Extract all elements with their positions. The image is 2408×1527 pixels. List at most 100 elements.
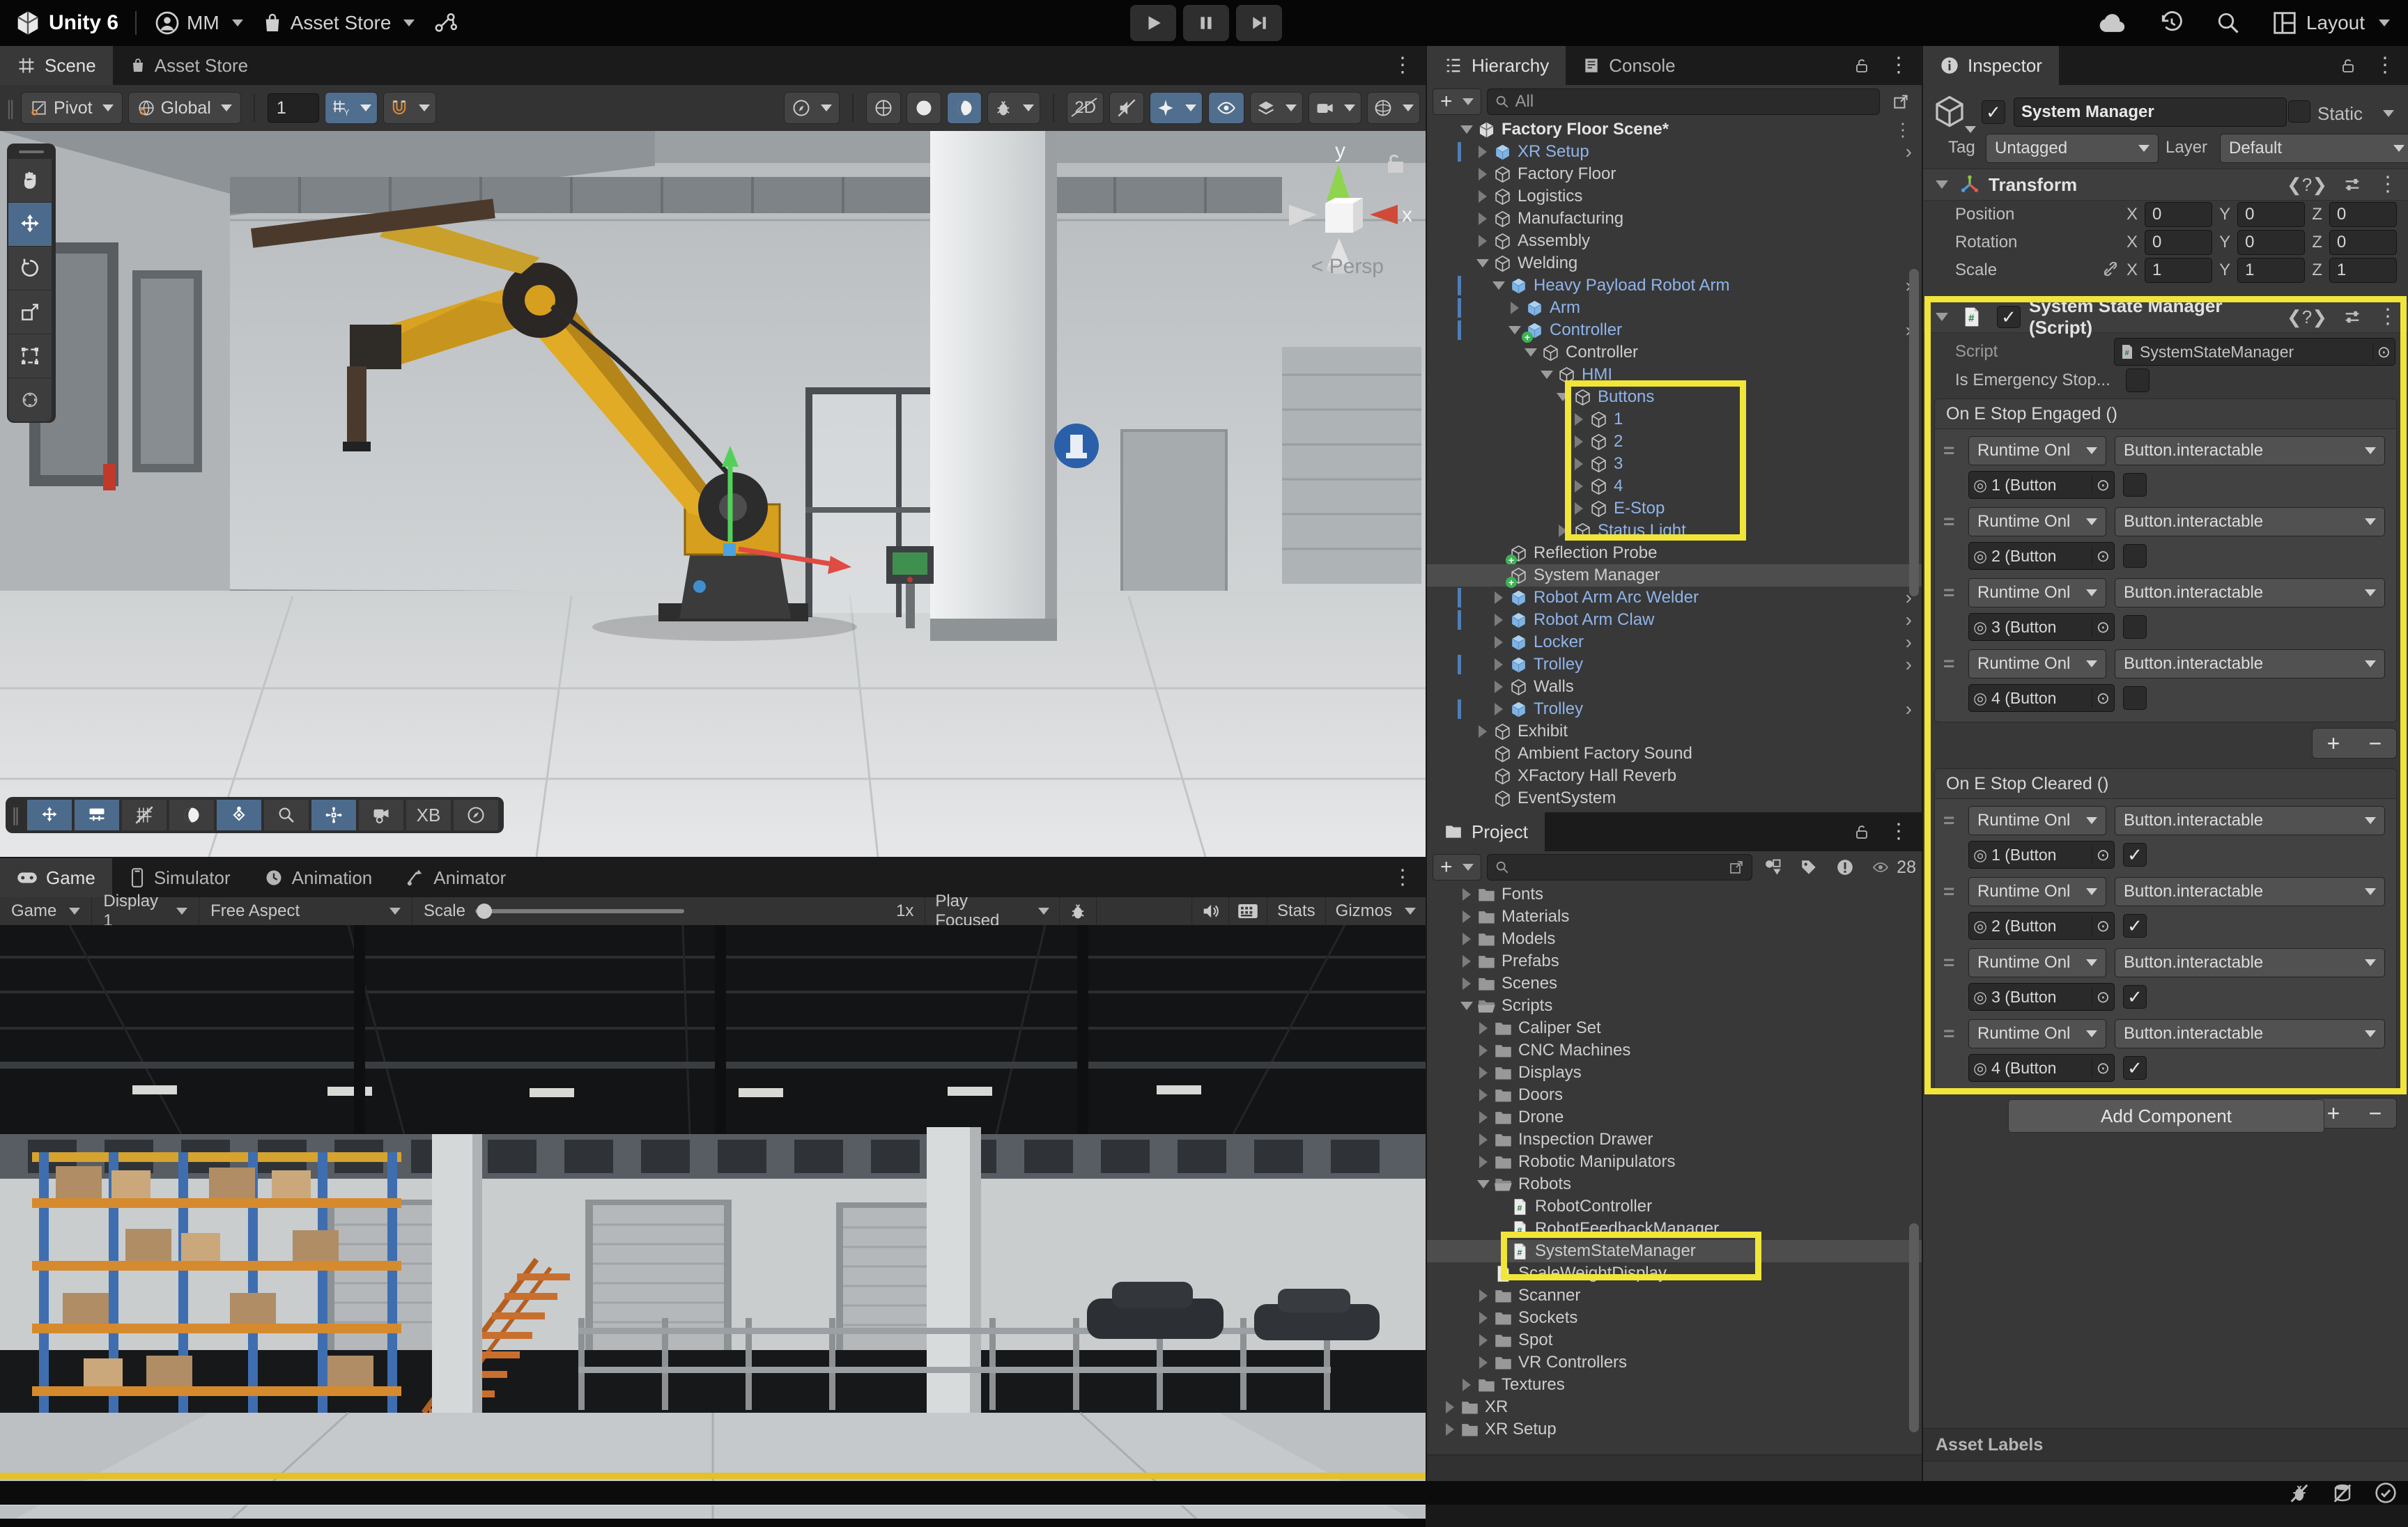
project-item-scripts[interactable]: Scripts — [1427, 995, 1922, 1017]
event-target-field[interactable]: ◎ 2 (Button ⊙ — [1968, 542, 2115, 570]
event-bool-checkbox[interactable]: ✓ — [2123, 843, 2147, 867]
remove-event-button[interactable]: − — [2354, 729, 2396, 758]
global-dropdown[interactable]: Global — [128, 92, 241, 124]
transform-presets-icon[interactable] — [2343, 175, 2362, 194]
rect-tool[interactable] — [8, 334, 52, 378]
project-scrollbar[interactable] — [1909, 1223, 1919, 1432]
expand-arrow[interactable] — [1441, 1423, 1459, 1436]
pivot-dropdown[interactable]: Pivot — [21, 92, 123, 124]
alert-filter-button[interactable] — [1830, 855, 1860, 880]
display-dropdown[interactable]: Display 1 — [92, 892, 200, 930]
hidden-count[interactable]: 28 — [1870, 858, 1916, 878]
tab-scene[interactable]: Scene — [0, 46, 113, 85]
expand-arrow[interactable] — [1506, 326, 1524, 334]
transform-position-y-field[interactable]: 0 — [2237, 202, 2306, 227]
object-picker-icon[interactable]: ⊙ — [2091, 688, 2110, 708]
tab-animator[interactable]: Animator — [389, 858, 523, 897]
script-menu-dots[interactable]: ⋮ — [2377, 307, 2398, 327]
transform-header[interactable]: Transform ❮?❯ ⋮ — [1923, 169, 2408, 201]
event-function-dropdown[interactable]: Button.interactable — [2115, 877, 2385, 906]
script-picker-icon[interactable]: ⊙ — [2372, 342, 2391, 362]
object-picker-icon[interactable]: ⊙ — [2091, 546, 2110, 566]
hierarchy-item-assembly[interactable]: Assembly — [1427, 230, 1922, 252]
project-item-scaleweightdisplay[interactable]: # ScaleWeightDisplay — [1427, 1262, 1922, 1285]
expand-arrow[interactable] — [1490, 636, 1508, 649]
project-item-fonts[interactable]: Fonts — [1427, 883, 1922, 906]
transform-tool[interactable] — [8, 378, 52, 421]
scene-camera-settings-button[interactable] — [866, 92, 902, 124]
overlay-properties-button[interactable] — [75, 800, 119, 830]
tab-inspector[interactable]: Inspector — [1923, 46, 2059, 85]
expand-arrow[interactable] — [1522, 348, 1540, 357]
event-mode-dropdown[interactable]: Runtime Onl — [1968, 1019, 2106, 1048]
asset-store-menu[interactable]: Asset Store — [261, 11, 415, 35]
overlay-grid-button[interactable] — [122, 800, 167, 830]
hierarchy-item-heavy-payload-robot-arm[interactable]: Heavy Payload Robot Arm› — [1427, 274, 1922, 297]
tab-console[interactable]: Console — [1566, 46, 1692, 85]
expand-arrow[interactable] — [1490, 681, 1508, 693]
project-item-spot[interactable]: Spot — [1427, 1329, 1922, 1351]
hierarchy-item-ambient-factory-sound[interactable]: Ambient Factory Sound — [1427, 743, 1922, 765]
event-bool-checkbox[interactable] — [2123, 544, 2147, 568]
object-picker-icon[interactable]: ⊙ — [2091, 845, 2110, 865]
expand-arrow[interactable] — [1474, 1289, 1492, 1302]
overlay-search-button[interactable] — [264, 800, 309, 830]
cloud-icon[interactable] — [2097, 11, 2128, 35]
scene-options-dots[interactable]: ⋮ — [1894, 119, 1912, 141]
scene-menu-dots[interactable]: ⋮ — [1392, 55, 1413, 76]
hierarchy-item-2[interactable]: 2 — [1427, 431, 1922, 453]
project-item-cnc-machines[interactable]: CNC Machines — [1427, 1039, 1922, 1062]
tab-animation[interactable]: Animation — [247, 858, 389, 897]
rotate-tool[interactable] — [8, 247, 52, 290]
expand-arrow[interactable] — [1474, 1156, 1492, 1168]
transform-position-x-field[interactable]: 0 — [2145, 202, 2213, 227]
persp-label[interactable]: < Persp — [1311, 255, 1384, 279]
expand-arrow[interactable] — [1490, 658, 1508, 671]
toolbar-handle[interactable]: ∥ — [6, 97, 15, 120]
expand-arrow[interactable] — [1490, 281, 1508, 290]
debugger-disabled-icon[interactable] — [2288, 1482, 2310, 1503]
script-enabled-checkbox[interactable]: ✓ — [1997, 306, 2021, 328]
expand-arrow[interactable] — [1474, 1111, 1492, 1124]
event-function-dropdown[interactable]: Button.interactable — [2115, 436, 2385, 465]
effects-dropdown[interactable] — [1150, 92, 1203, 124]
overlay-drag-handle[interactable]: ∥ — [11, 805, 20, 826]
expand-arrow[interactable] — [1474, 1044, 1492, 1057]
static-caret[interactable] — [2383, 110, 2394, 117]
event-target-field[interactable]: ◎ 1 (Button ⊙ — [1968, 841, 2115, 869]
search-by-label-button[interactable] — [1793, 855, 1824, 880]
transform-scale-y-field[interactable]: 1 — [2237, 258, 2306, 283]
hierarchy-item-arm[interactable]: Arm — [1427, 297, 1922, 319]
hierarchy-item-1[interactable]: 1 — [1427, 408, 1922, 431]
event-mode-dropdown[interactable]: Runtime Onl — [1968, 806, 2106, 835]
event-bool-checkbox[interactable] — [2123, 686, 2147, 710]
expand-arrow[interactable] — [1474, 190, 1492, 203]
overlay-gizmo-button[interactable] — [217, 800, 261, 830]
project-item-scenes[interactable]: Scenes — [1427, 972, 1922, 995]
project-item-displays[interactable]: Displays — [1427, 1062, 1922, 1084]
drag-handle-icon[interactable]: = — [1943, 809, 1960, 832]
tab-project[interactable]: Project — [1427, 812, 1545, 851]
drag-handle-icon[interactable]: = — [1943, 511, 1960, 533]
project-item-xr-setup[interactable]: XR Setup — [1427, 1418, 1922, 1441]
hierarchy-popout-button[interactable] — [1885, 89, 1916, 114]
expand-arrow[interactable] — [1458, 933, 1476, 945]
display-target-dropdown[interactable]: Game — [0, 897, 93, 925]
name-field[interactable]: System Manager — [2014, 98, 2287, 127]
emergency-checkbox[interactable] — [2125, 369, 2150, 392]
hierarchy-item-factory-floor[interactable]: Factory Floor — [1427, 163, 1922, 185]
aspect-dropdown[interactable]: Free Aspect — [199, 897, 412, 925]
prefab-chevron[interactable]: › — [1906, 698, 1912, 720]
layout-menu[interactable]: Layout — [2271, 10, 2390, 36]
static-checkbox[interactable] — [2288, 100, 2310, 123]
transform-scale-z-field[interactable]: 1 — [2329, 258, 2397, 283]
hand-tool[interactable] — [8, 159, 52, 203]
expand-arrow[interactable] — [1474, 1133, 1492, 1146]
scene-viewport[interactable]: y x < Persp ∥ XB — [0, 131, 1426, 857]
hierarchy-item-buttons[interactable]: Buttons — [1427, 386, 1922, 408]
scene-visibility-toggle[interactable] — [1208, 92, 1244, 124]
scale-link-icon[interactable] — [2101, 260, 2120, 281]
transform-rotation-z-field[interactable]: 0 — [2329, 230, 2397, 255]
tag-dropdown[interactable]: Untagged — [1986, 134, 2159, 163]
hierarchy-item-xr-setup[interactable]: XR Setup › — [1427, 141, 1922, 163]
